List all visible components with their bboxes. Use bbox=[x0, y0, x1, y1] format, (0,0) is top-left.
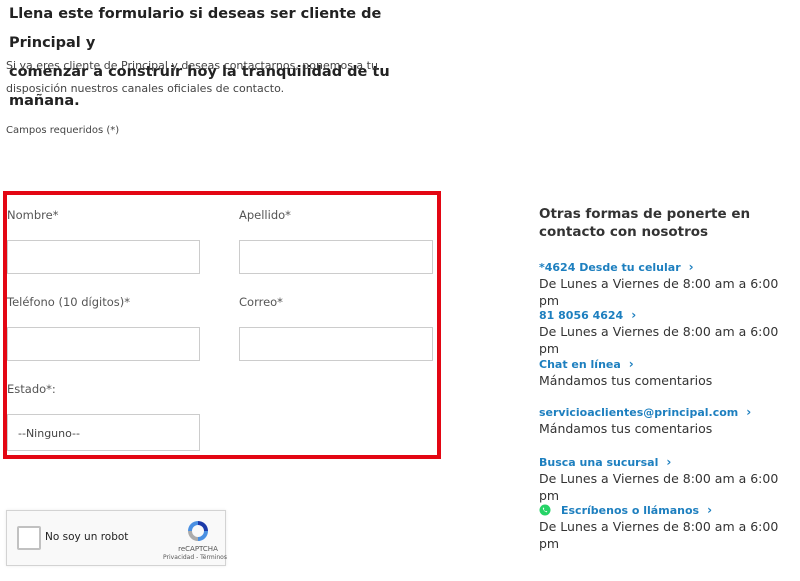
correo-input[interactable] bbox=[239, 327, 433, 361]
contact-link-label: Escríbenos o llámanos bbox=[561, 503, 700, 517]
contact-desc: De Lunes a Viernes de 8:00 am a 6:00 pm bbox=[539, 276, 779, 308]
recaptcha-checkbox[interactable] bbox=[17, 526, 41, 550]
intro-line1: Si ya eres cliente de Principal y deseas… bbox=[6, 59, 378, 72]
estado-selected-value: --Ninguno-- bbox=[18, 427, 80, 440]
contact-desc: Mándamos tus comentarios bbox=[539, 373, 713, 388]
contact-link-label: Busca una sucursal bbox=[539, 455, 659, 469]
contact-link-email[interactable]: servicioaclientes@principal.com › bbox=[539, 404, 799, 420]
contact-item: Chat en línea › Mándamos tus comentarios bbox=[539, 356, 799, 389]
contact-item: Busca una sucursal › De Lunes a Viernes … bbox=[539, 454, 799, 504]
contact-desc: Mándamos tus comentarios bbox=[539, 421, 713, 436]
chevron-right-icon: › bbox=[746, 405, 752, 419]
contact-link-label: Chat en línea bbox=[539, 357, 621, 371]
contact-item: *4624 Desde tu celular › De Lunes a Vier… bbox=[539, 259, 799, 309]
recaptcha-logo-icon bbox=[188, 521, 208, 541]
contact-link-label: servicioaclientes@principal.com bbox=[539, 405, 739, 419]
recaptcha-links[interactable]: Privacidad - Términos bbox=[159, 554, 231, 561]
nombre-label: Nombre* bbox=[7, 208, 59, 222]
recaptcha-label: No soy un robot bbox=[45, 531, 129, 543]
chevron-right-icon: › bbox=[707, 503, 713, 517]
contact-link-whatsapp[interactable]: Escríbenos o llámanos › bbox=[539, 502, 799, 518]
recaptcha-widget: No soy un robot reCAPTCHA Privacidad - T… bbox=[6, 510, 227, 566]
chevron-right-icon: › bbox=[688, 260, 694, 274]
contact-item: servicioaclientes@principal.com › Mándam… bbox=[539, 404, 799, 437]
form-heading-line1: Llena este formulario si deseas ser clie… bbox=[9, 6, 382, 51]
contact-link-label: *4624 Desde tu celular bbox=[539, 260, 681, 274]
chevron-right-icon: › bbox=[628, 357, 634, 371]
apellido-input[interactable] bbox=[239, 240, 433, 274]
contact-link-phone[interactable]: 81 8056 4624 › bbox=[539, 307, 799, 323]
intro-text: Si ya eres cliente de Principal y deseas… bbox=[6, 54, 406, 100]
chevron-right-icon: › bbox=[666, 455, 672, 469]
contact-link-label: 81 8056 4624 bbox=[539, 308, 624, 322]
chevron-right-icon: › bbox=[631, 308, 637, 322]
contact-desc: De Lunes a Viernes de 8:00 am a 6:00 pm bbox=[539, 471, 779, 503]
whatsapp-icon bbox=[539, 504, 551, 516]
nombre-input[interactable] bbox=[7, 240, 200, 274]
intro-line2: disposición nuestros canales oficiales d… bbox=[6, 82, 285, 95]
required-fields-note: Campos requeridos (*) bbox=[6, 125, 120, 136]
contact-desc: De Lunes a Viernes de 8:00 am a 6:00 pm bbox=[539, 324, 779, 356]
apellido-label: Apellido* bbox=[239, 208, 291, 222]
contact-link-celular[interactable]: *4624 Desde tu celular › bbox=[539, 259, 799, 275]
contact-link-sucursal[interactable]: Busca una sucursal › bbox=[539, 454, 799, 470]
correo-label: Correo* bbox=[239, 295, 283, 309]
contact-desc: De Lunes a Viernes de 8:00 am a 6:00 pm bbox=[539, 519, 779, 551]
contact-sidebar-title: Otras formas de ponerte en contacto con … bbox=[539, 206, 751, 240]
contact-item: 81 8056 4624 › De Lunes a Viernes de 8:0… bbox=[539, 307, 799, 357]
estado-label: Estado*: bbox=[7, 382, 56, 396]
contact-item: Escríbenos o llámanos › De Lunes a Viern… bbox=[539, 502, 799, 552]
telefono-label: Teléfono (10 dígitos)* bbox=[7, 295, 131, 309]
telefono-input[interactable] bbox=[7, 327, 200, 361]
estado-select[interactable]: --Ninguno-- bbox=[7, 414, 200, 451]
recaptcha-brand: reCAPTCHA bbox=[178, 545, 218, 553]
contact-link-chat[interactable]: Chat en línea › bbox=[539, 356, 799, 372]
